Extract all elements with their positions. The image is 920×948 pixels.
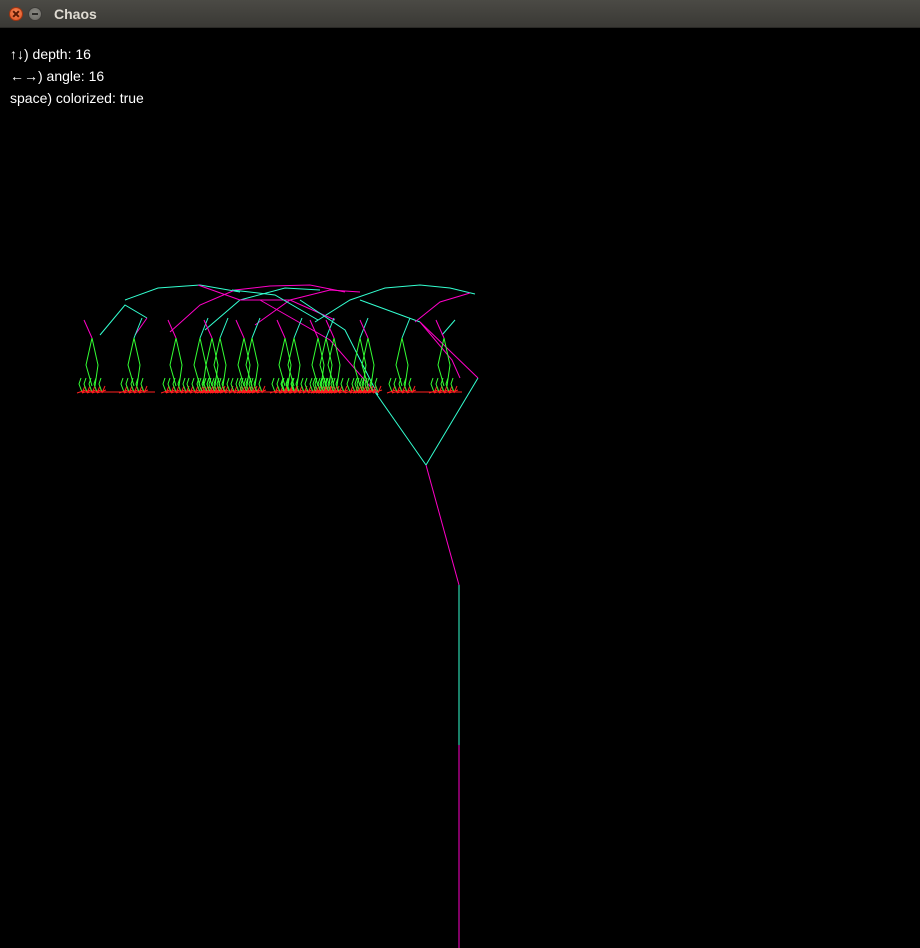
app-window: Chaos ↑↓) depth: 16 ←→) angle: 16 space)… — [0, 0, 920, 948]
canopy-arc — [99, 304, 148, 336]
tree-cluster — [203, 319, 213, 339]
branch-segment — [374, 391, 427, 466]
branch-segment — [419, 321, 461, 379]
leaf-twig — [388, 377, 393, 393]
fractal-canvas[interactable] — [0, 28, 920, 948]
leaf-twig — [377, 385, 382, 394]
depth-readout: ↑↓) depth: 16 — [10, 46, 91, 62]
minimize-icon[interactable] — [28, 7, 42, 21]
tree-cluster — [133, 317, 143, 339]
tree-cluster — [83, 319, 93, 339]
tree-cluster — [251, 317, 261, 339]
leaf-twig — [120, 377, 125, 393]
leaf-twig — [162, 377, 167, 393]
tree-cluster — [91, 337, 99, 387]
tree-cluster — [167, 319, 177, 339]
tree-cluster — [235, 319, 245, 339]
leaf-twig — [430, 377, 435, 393]
canopy-arc — [197, 284, 336, 321]
tree-cluster — [401, 317, 411, 339]
angle-readout: ←→) angle: 16 — [10, 68, 105, 84]
canopy-arc — [231, 289, 319, 321]
close-icon[interactable] — [9, 7, 23, 21]
trunk-segment — [425, 464, 460, 586]
window-title: Chaos — [54, 6, 97, 22]
canopy-arc — [414, 292, 471, 323]
leaf-twig — [271, 377, 276, 393]
tree-cluster — [435, 319, 445, 339]
tree-cluster — [276, 319, 286, 339]
title-bar[interactable]: Chaos — [0, 0, 920, 28]
tree-cluster — [133, 337, 141, 387]
leaf-twig — [78, 377, 83, 393]
colorized-readout: space) colorized: true — [10, 90, 144, 106]
tree-cluster — [293, 337, 301, 387]
branch-segment — [359, 299, 421, 323]
tree-cluster — [175, 337, 183, 387]
canopy-arc — [204, 287, 321, 331]
tree-cluster — [293, 317, 303, 339]
tree-cluster — [219, 317, 229, 339]
tree-cluster — [443, 337, 451, 387]
branch-segment — [441, 319, 456, 336]
tree-cluster — [401, 337, 409, 387]
hud-overlay: ↑↓) depth: 16 ←→) angle: 16 space) color… — [10, 43, 144, 109]
canopy-arc — [124, 284, 241, 301]
